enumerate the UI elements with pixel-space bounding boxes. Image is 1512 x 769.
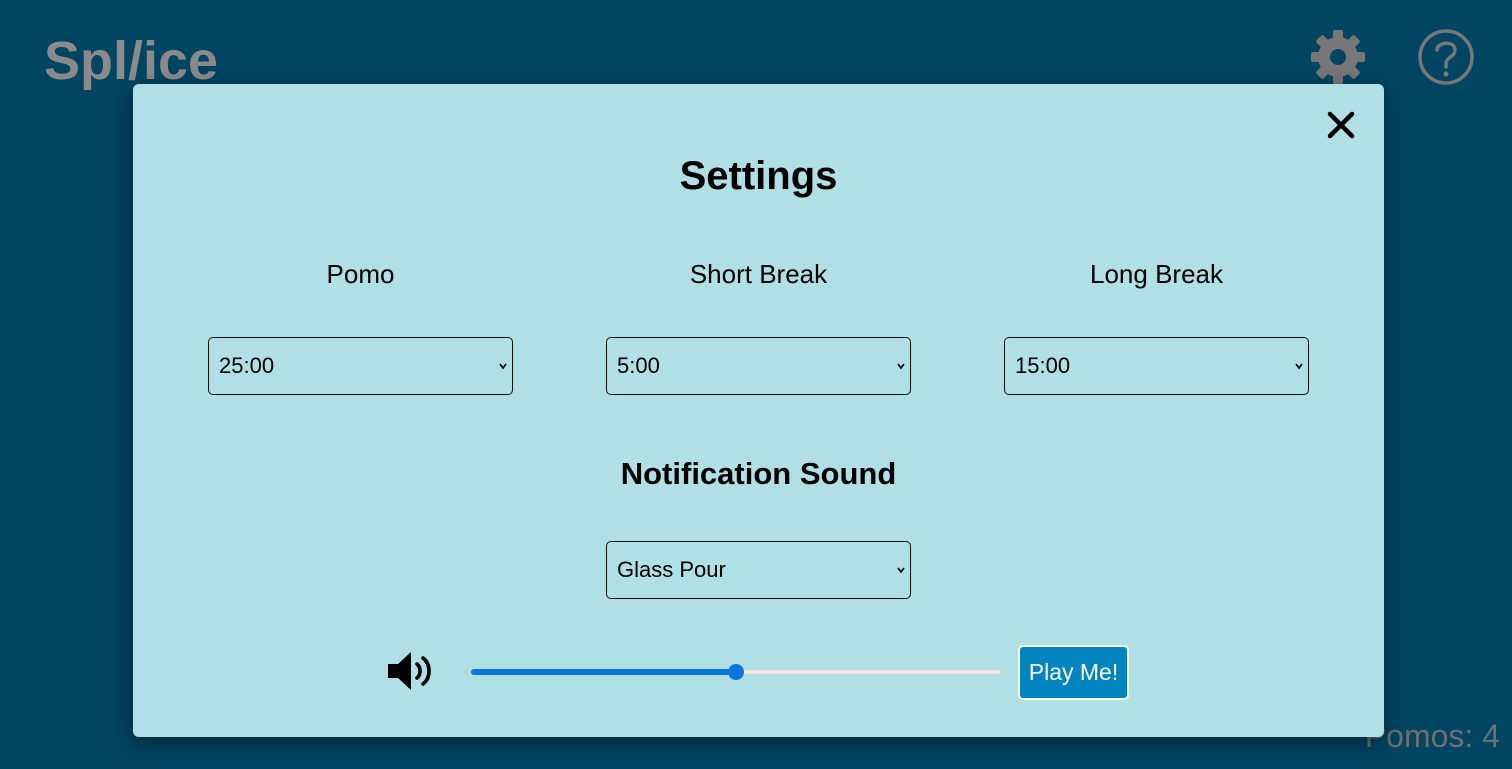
- pomo-label: Pomo: [326, 259, 395, 289]
- pomo-duration-select[interactable]: 25:00: [208, 337, 513, 395]
- notification-sound-title: Notification Sound: [620, 456, 897, 491]
- chevron-down-icon: [1295, 363, 1303, 370]
- pomo-duration-value: 25:00: [219, 353, 275, 378]
- close-icon[interactable]: [1324, 108, 1358, 142]
- long-break-duration-select[interactable]: 15:00: [1004, 337, 1309, 395]
- long-break-label: Long Break: [1090, 259, 1223, 289]
- chevron-down-icon: [897, 363, 905, 370]
- volume-slider[interactable]: [471, 662, 1001, 682]
- pomos-count: Pomos: 4: [1364, 718, 1500, 754]
- chevron-down-icon: [499, 363, 507, 370]
- settings-modal: Settings Pomo 25:00 Short Break 5:00 Lon…: [133, 84, 1384, 737]
- long-break-duration-value: 15:00: [1015, 353, 1071, 378]
- app-title: Spl/ice: [44, 31, 219, 91]
- volume-slider-fill: [471, 669, 736, 675]
- modal-title: Settings: [679, 154, 838, 198]
- notification-sound-value: Glass Pour: [617, 557, 726, 582]
- gear-icon[interactable]: [1309, 28, 1367, 86]
- help-icon[interactable]: [1417, 28, 1475, 86]
- pomo-setting: Pomo 25:00: [208, 252, 513, 395]
- play-me-button[interactable]: Play Me!: [1018, 645, 1129, 700]
- short-break-duration-select[interactable]: 5:00: [606, 337, 911, 395]
- volume-slider-thumb[interactable]: [728, 664, 744, 680]
- short-break-duration-value: 5:00: [617, 353, 660, 378]
- notification-sound-select[interactable]: Glass Pour: [606, 541, 911, 599]
- chevron-down-icon: [897, 567, 905, 574]
- short-break-label: Short Break: [689, 259, 828, 289]
- long-break-setting: Long Break 15:00: [1004, 252, 1309, 395]
- short-break-setting: Short Break 5:00: [606, 252, 911, 395]
- volume-icon: [388, 652, 431, 690]
